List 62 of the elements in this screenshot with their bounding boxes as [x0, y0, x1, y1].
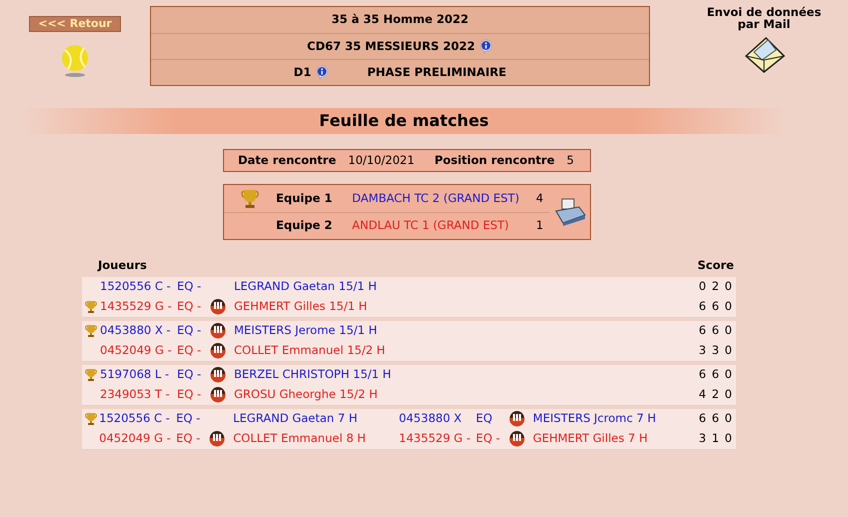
back-button[interactable]: <<< Retour: [29, 16, 121, 32]
set-score: 6 6 0: [698, 298, 734, 316]
mail-label: Envoi de données par Mail: [706, 6, 822, 30]
championship-title: CD67 35 MESSIEURS 2022: [307, 38, 475, 55]
licence-number: 1435529 G -: [398, 430, 472, 448]
tennis-ball-icon: [60, 44, 90, 78]
licence-number: 1520556 C -: [99, 410, 171, 428]
category-title: 35 à 35 Homme 2022: [331, 11, 469, 28]
field-label: Position rencontre: [434, 152, 555, 169]
licence-number: 0452049 G -: [99, 430, 172, 448]
team-score: 1: [536, 217, 544, 234]
licence-number: 2349053 T -: [100, 386, 171, 404]
licence-number: 0453880 X -: [100, 322, 172, 340]
licence-number: 1520556 C -: [100, 278, 172, 296]
info-icon[interactable]: [478, 39, 493, 54]
team-code: EQ -: [177, 366, 202, 384]
column-header: Score: [698, 256, 734, 274]
player-name[interactable]: GROSU Gheorghe 15/2 H: [234, 386, 378, 404]
team-code: EQ -: [177, 322, 202, 340]
envelope-icon[interactable]: [742, 34, 786, 74]
team-label: Equipe 1: [276, 190, 334, 207]
team-code: EQ -: [476, 430, 502, 448]
licence-number: 5197068 L -: [100, 366, 170, 384]
field-value: 10/10/2021: [348, 152, 414, 169]
team-code: EQ: [476, 410, 494, 428]
team-name[interactable]: DAMBACH TC 2 (GRAND EST): [352, 190, 536, 208]
info-icon[interactable]: [315, 65, 330, 80]
set-score: 4 2 0: [698, 386, 734, 404]
team-score: 4: [536, 190, 544, 207]
team-code: EQ -: [177, 278, 202, 296]
player-name[interactable]: GEHMERT Gilles 7 H: [532, 430, 648, 448]
printer-icon[interactable]: [553, 197, 587, 227]
set-score: 3 3 0: [698, 342, 734, 360]
team-code: EQ -: [176, 410, 202, 428]
licence-number: 0452049 G -: [100, 342, 173, 360]
licence-number: 0453880 X: [398, 410, 463, 428]
player-name[interactable]: BERZEL CHRISTOPH 15/1 H: [234, 366, 392, 384]
player-name[interactable]: LEGRAND Gaetan 15/1 H: [234, 278, 377, 296]
field-label: Date rencontre: [238, 152, 336, 169]
phase-label: PHASE PRELIMINAIRE: [367, 64, 506, 81]
page-title: Feuille de matches: [319, 110, 489, 132]
player-name[interactable]: GEHMERT Gilles 15/1 H: [234, 298, 368, 316]
set-score: 6 6 0: [698, 410, 734, 428]
team-code: EQ -: [177, 386, 202, 404]
team-name[interactable]: ANDLAU TC 1 (GRAND EST): [352, 217, 536, 235]
player-name[interactable]: COLLET Emmanuel 15/2 H: [234, 342, 386, 360]
licence-number: 1435529 G -: [100, 298, 173, 316]
player-name[interactable]: COLLET Emmanuel 8 H: [233, 430, 366, 448]
set-score: 0 2 0: [698, 278, 734, 296]
column-header: Joueurs: [98, 256, 147, 274]
team-code: EQ -: [177, 342, 202, 360]
set-score: 6 6 0: [698, 366, 734, 384]
team-label: Equipe 2: [276, 217, 334, 234]
field-value: 5: [566, 152, 574, 169]
player-name[interactable]: LEGRAND Gaetan 7 H: [233, 410, 358, 428]
team-code: EQ -: [177, 298, 202, 316]
division-label: D1: [294, 64, 312, 81]
set-score: 6 6 0: [698, 322, 734, 340]
player-name[interactable]: MEISTERS Jcromc 7 H: [532, 410, 656, 428]
team-code: EQ -: [176, 430, 202, 448]
player-name[interactable]: MEISTERS Jerome 15/1 H: [234, 322, 378, 340]
set-score: 3 1 0: [698, 430, 734, 448]
